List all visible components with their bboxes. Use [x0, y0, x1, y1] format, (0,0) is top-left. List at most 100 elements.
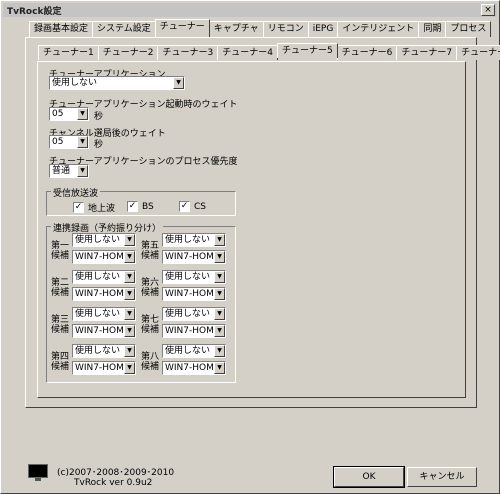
chevron-down-icon[interactable]: ▼: [77, 165, 88, 177]
candidate-app-value: 使用しない: [165, 272, 211, 282]
ok-button[interactable]: OK: [333, 466, 405, 488]
candidate-host-select[interactable]: WIN7-HOMEF ▼: [72, 250, 136, 264]
candidate-app-value: 使用しない: [75, 235, 121, 245]
candidate-label: 第二候補: [51, 278, 70, 298]
candidate-host-select[interactable]: WIN7-HOMEF ▼: [162, 287, 226, 301]
chevron-down-icon[interactable]: ▼: [124, 234, 135, 246]
chevron-down-icon[interactable]: ▼: [214, 234, 225, 246]
terrestrial-checkbox[interactable]: ✓ 地上波: [73, 201, 115, 214]
chevron-down-icon[interactable]: ▼: [214, 288, 225, 300]
candidate-label: 第三候補: [51, 315, 70, 335]
candidate-label: 第七候補: [141, 315, 160, 335]
copyright-text: (c)2007･2008･2009･2010: [57, 468, 175, 478]
window-title: TvRock設定: [7, 6, 62, 17]
tuner-tab[interactable]: チューナー5: [276, 43, 338, 58]
broadcast-group-title: 受信放送波: [51, 186, 101, 199]
candidate-app-select[interactable]: 使用しない ▼: [72, 307, 136, 321]
chevron-down-icon[interactable]: ▼: [214, 345, 225, 357]
chevron-down-icon[interactable]: ▼: [124, 325, 135, 337]
chevron-down-icon[interactable]: ▼: [124, 362, 135, 374]
candidate-label: 第一候補: [51, 241, 70, 261]
checkbox-box[interactable]: ✓: [127, 201, 138, 212]
cs-checkbox[interactable]: ✓ CS: [179, 201, 206, 212]
candidate-host-select[interactable]: WIN7-HOMEF ▼: [72, 324, 136, 338]
main-tab[interactable]: リモコン: [262, 21, 309, 37]
main-tab[interactable]: プロセス: [445, 21, 492, 37]
tuner-tab[interactable]: チューナー7: [396, 45, 458, 60]
chevron-down-icon[interactable]: ▼: [77, 136, 88, 148]
chevron-down-icon[interactable]: ▼: [173, 77, 184, 89]
tuner-tab[interactable]: チューナー8: [456, 45, 500, 60]
chevron-down-icon[interactable]: ▼: [214, 362, 225, 374]
chevron-down-icon[interactable]: ▼: [124, 271, 135, 283]
tuner-tab[interactable]: チューナー2: [97, 45, 159, 60]
main-tab[interactable]: 同期: [418, 21, 447, 37]
monitor-icon: [28, 464, 48, 478]
main-tab[interactable]: iEPG: [307, 21, 339, 37]
chevron-down-icon[interactable]: ▼: [214, 308, 225, 320]
candidate-app-value: 使用しない: [165, 235, 211, 245]
tuner-tab-row: チューナー1 チューナー2 チューナー3 チューナー4 チューナー5 チューナー6 チューナ…: [38, 43, 500, 60]
startup-wait-select[interactable]: 05 ▼: [49, 107, 89, 121]
main-tab[interactable]: インテリジェント: [337, 21, 420, 37]
main-tab[interactable]: キャプチャ: [208, 21, 264, 37]
candidate-label: 第四候補: [51, 352, 70, 372]
candidate-app-select[interactable]: 使用しない ▼: [72, 344, 136, 358]
bs-checkbox[interactable]: ✓ BS: [127, 201, 154, 212]
tuner-tab[interactable]: チューナー6: [336, 45, 398, 60]
candidate-app-value: 使用しない: [165, 346, 211, 356]
candidate-host-select[interactable]: WIN7-HOMEF ▼: [162, 250, 226, 264]
tuner-app-select[interactable]: 使用しない ▼: [49, 76, 185, 90]
tuner-app-value: 使用しない: [52, 78, 98, 88]
candidate-app-select[interactable]: 使用しない ▼: [162, 233, 226, 247]
candidate-label: 第六候補: [141, 278, 160, 298]
main-tab[interactable]: 録画基本設定: [29, 21, 94, 37]
tuner-tab[interactable]: チューナー4: [217, 45, 278, 60]
candidate-app-select[interactable]: 使用しない ▼: [162, 344, 226, 358]
candidate-app-select[interactable]: 使用しない ▼: [162, 307, 226, 321]
chevron-down-icon[interactable]: ▼: [214, 325, 225, 337]
cancel-button[interactable]: キャンセル: [407, 467, 477, 487]
channel-wait-unit: 秒: [94, 140, 104, 150]
tuner-tab[interactable]: チューナー3: [157, 45, 219, 60]
chevron-down-icon[interactable]: ▼: [77, 108, 88, 120]
main-tab-row: 録画基本設定 システム設定 チューナー キャプチャ リモコン iEPG インテリジェント 同期…: [29, 19, 492, 37]
candidate-app-select[interactable]: 使用しない ▼: [162, 270, 226, 284]
bs-label: BS: [142, 201, 154, 212]
candidate-host-select[interactable]: WIN7-HOMEF ▼: [162, 324, 226, 338]
checkbox-box[interactable]: ✓: [73, 202, 84, 213]
chevron-down-icon[interactable]: ▼: [124, 308, 135, 320]
candidate-host-select[interactable]: WIN7-HOMEF ▼: [72, 361, 136, 375]
priority-value: 普通: [52, 166, 71, 176]
channel-wait-value: 05: [52, 137, 64, 147]
startup-wait-unit: 秒: [94, 112, 104, 122]
candidate-app-select[interactable]: 使用しない ▼: [72, 233, 136, 247]
terrestrial-label: 地上波: [88, 204, 116, 214]
main-tab[interactable]: チューナー: [154, 19, 210, 37]
candidate-host-select[interactable]: WIN7-HOMEF ▼: [162, 361, 226, 375]
candidate-label: 第五候補: [141, 241, 160, 261]
candidate-app-value: 使用しない: [75, 309, 121, 319]
startup-wait-value: 05: [52, 109, 64, 119]
channel-wait-select[interactable]: 05 ▼: [49, 135, 89, 149]
settings-window: TvRock設定 × 録画基本設定 システム設定 チューナー キャプチャ リモコン iEP…: [0, 0, 500, 494]
chevron-down-icon[interactable]: ▼: [214, 271, 225, 283]
close-button[interactable]: ×: [481, 4, 495, 16]
candidate-app-select[interactable]: 使用しない ▼: [72, 270, 136, 284]
version-text: TvRock ver 0.9u2: [74, 478, 153, 488]
chevron-down-icon[interactable]: ▼: [124, 288, 135, 300]
candidate-app-value: 使用しない: [165, 309, 211, 319]
monitor-stand-icon: [35, 478, 41, 481]
checkbox-box[interactable]: ✓: [179, 201, 190, 212]
cs-label: CS: [194, 201, 206, 212]
chevron-down-icon[interactable]: ▼: [214, 251, 225, 263]
title-bar: TvRock設定 ×: [3, 3, 497, 17]
candidate-app-value: 使用しない: [75, 346, 121, 356]
tuner-tab[interactable]: チューナー1: [38, 45, 99, 60]
priority-select[interactable]: 普通 ▼: [49, 164, 89, 178]
candidate-label: 第八候補: [141, 352, 160, 372]
main-tab[interactable]: システム設定: [92, 21, 156, 37]
candidate-host-select[interactable]: WIN7-HOMEF ▼: [72, 287, 136, 301]
chevron-down-icon[interactable]: ▼: [124, 251, 135, 263]
chevron-down-icon[interactable]: ▼: [124, 345, 135, 357]
